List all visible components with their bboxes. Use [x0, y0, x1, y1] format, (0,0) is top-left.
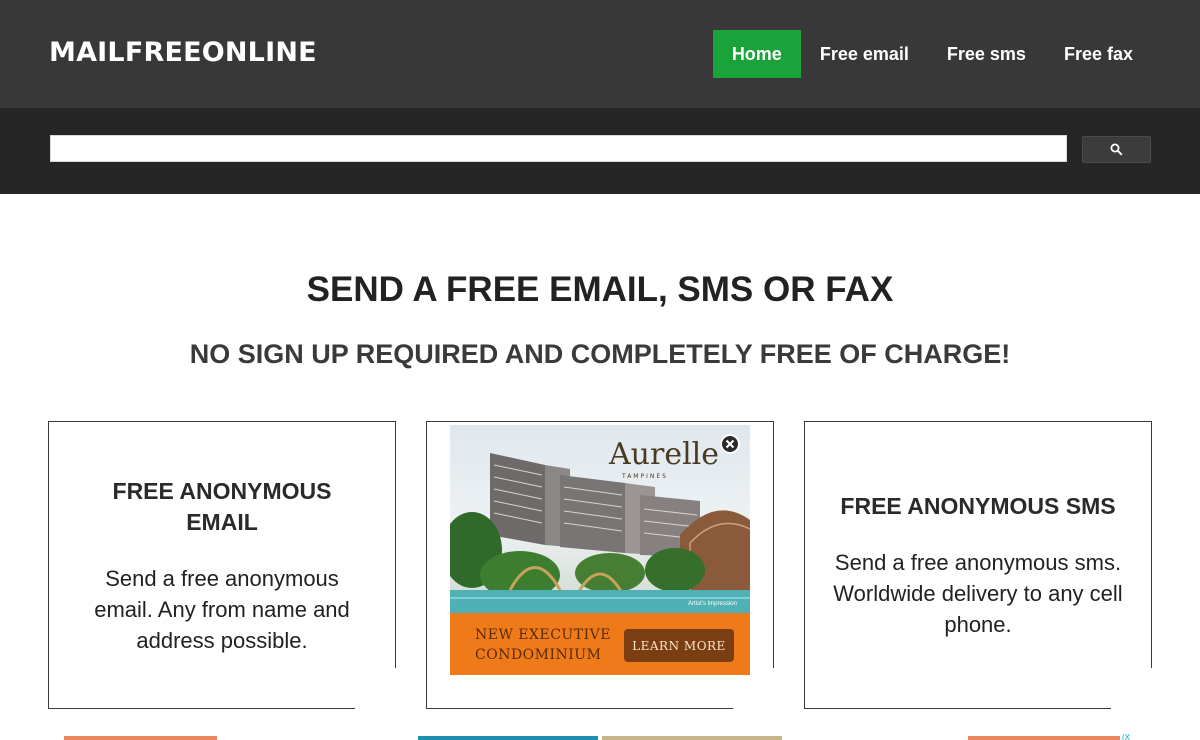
bottom-ad-strip — [418, 736, 598, 740]
card-title: FREE ANONYMOUS EMAIL — [112, 478, 332, 535]
close-icon — [725, 439, 735, 449]
search-icon — [1110, 143, 1123, 156]
bottom-ad-strip — [64, 736, 217, 740]
nav-free-fax[interactable]: Free fax — [1045, 30, 1152, 78]
ad-brand: Aurelle — [609, 437, 720, 472]
bottom-ad-strip — [602, 736, 782, 740]
ad-footer-band: NEW EXECUTIVE CONDOMINIUM LEARN MORE — [450, 613, 750, 675]
ad-credit: Artist's Impression — [688, 601, 737, 607]
search-bar — [0, 108, 1200, 194]
card-free-email[interactable]: FREE ANONYMOUS EMAIL Send a free anonymo… — [48, 421, 397, 712]
search-input[interactable] — [50, 135, 1067, 162]
card-corner-gap — [355, 668, 397, 712]
ad-banner[interactable]: Aurelle TAMPINES Artist's Impression NEW… — [450, 425, 750, 675]
main-nav: Home Free email Free sms Free fax — [712, 30, 1152, 78]
nav-home[interactable]: Home — [712, 30, 801, 78]
card-corner-gap — [1111, 668, 1153, 712]
page-subtitle: NO SIGN UP REQUIRED AND COMPLETELY FREE … — [189, 339, 1011, 369]
search-button[interactable] — [1082, 136, 1151, 163]
nav-free-email[interactable]: Free email — [801, 30, 928, 78]
card-title: FREE ANONYMOUS SMS — [840, 493, 1116, 519]
header-bar: MAILFREEONLINE Home Free email Free sms … — [0, 0, 1200, 108]
ad-close-button[interactable] — [720, 434, 740, 454]
ad-image: Aurelle TAMPINES Artist's Impression — [450, 425, 750, 613]
card-description: Send a free anonymous email. Any from na… — [94, 566, 350, 653]
site-logo[interactable]: MAILFREEONLINE — [49, 37, 317, 68]
ad-learn-more-button[interactable]: LEARN MORE — [624, 629, 734, 662]
page-title: SEND A FREE EMAIL, SMS OR FAX — [306, 270, 894, 309]
adchoices-icon[interactable]: (X — [1122, 733, 1130, 740]
ad-tagline: NEW EXECUTIVE CONDOMINIUM — [475, 627, 611, 663]
bottom-ad-strip — [968, 736, 1120, 740]
card-free-sms[interactable]: FREE ANONYMOUS SMS Send a free anonymous… — [804, 421, 1153, 712]
nav-free-sms[interactable]: Free sms — [928, 30, 1045, 78]
ad-brand-location: TAMPINES — [622, 473, 668, 480]
card-description: Send a free anonymous sms. Worldwide del… — [833, 550, 1123, 637]
